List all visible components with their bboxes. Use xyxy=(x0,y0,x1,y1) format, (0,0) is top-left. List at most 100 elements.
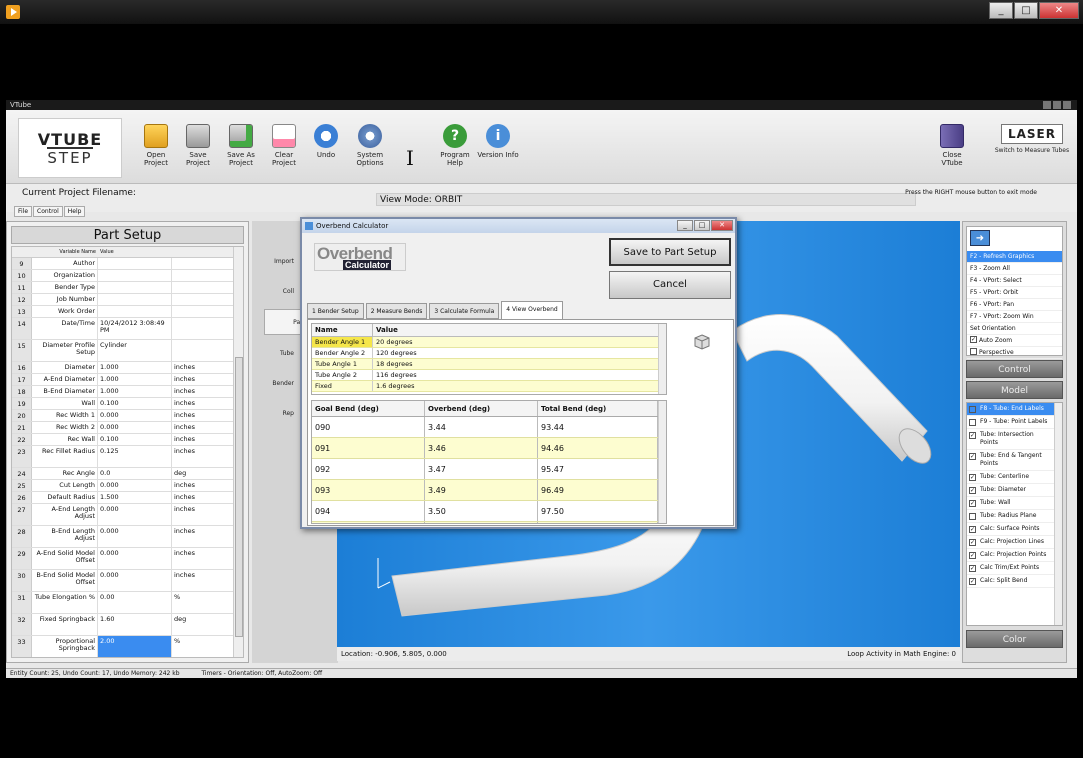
version-info-button[interactable]: i Version Info xyxy=(477,124,519,159)
save-as-project-button[interactable]: Save As Project xyxy=(220,124,262,167)
table-row[interactable]: 18 B-End Diameter 1.000 inches xyxy=(12,386,243,398)
tab-calculate-formula[interactable]: 3 Calculate Formula xyxy=(429,303,500,319)
variable-value[interactable]: 1.000 xyxy=(98,362,172,373)
tab-report[interactable]: Rep xyxy=(258,401,296,427)
model-option-item[interactable]: ✓ Tube: Diameter xyxy=(967,484,1062,497)
variable-value[interactable]: 0.125 xyxy=(98,446,172,467)
model-option-item[interactable]: ✓ Tube: End & Tangent Points xyxy=(967,450,1062,471)
table-row[interactable]: Tube Angle 2 116 degrees xyxy=(312,370,666,381)
cube-icon[interactable] xyxy=(693,333,711,351)
tab-tube[interactable]: Tube xyxy=(258,341,296,367)
dialog-minimize-button[interactable]: _ xyxy=(677,220,693,231)
view-command-item[interactable]: F4 - VPort: Select xyxy=(967,275,1062,287)
model-option-item[interactable]: ✓ Calc: Projection Lines xyxy=(967,536,1062,549)
tab-bender-setup[interactable]: 1 Bender Setup xyxy=(307,303,364,319)
variable-value[interactable]: 0.0 xyxy=(98,468,172,479)
variable-value[interactable]: 1.60 xyxy=(98,614,172,635)
tab-view-overbend[interactable]: 4 View Overbend xyxy=(501,301,563,319)
arrow-right-icon[interactable]: ➜ xyxy=(970,230,990,246)
variable-value[interactable]: Cylinder xyxy=(98,340,172,361)
clear-project-button[interactable]: Clear Project xyxy=(263,124,305,167)
menu-control[interactable]: Control xyxy=(33,206,63,217)
table-row[interactable]: 19 Wall 0.100 inches xyxy=(12,398,243,410)
table-row[interactable]: Tube Angle 1 18 degrees xyxy=(312,359,666,370)
table-row[interactable]: 29 A-End Solid Model Offset 0.000 inches xyxy=(12,548,243,570)
variable-value[interactable]: 0.000 xyxy=(98,422,172,433)
table-row[interactable]: 24 Rec Angle 0.0 deg xyxy=(12,468,243,480)
tab-import[interactable]: Import xyxy=(258,249,296,275)
checkbox-icon[interactable]: ✓ xyxy=(969,552,976,559)
table-row[interactable]: 11 Bender Type xyxy=(12,282,243,294)
variable-value[interactable]: 0.100 xyxy=(98,398,172,409)
table-row[interactable]: 30 B-End Solid Model Offset 0.000 inches xyxy=(12,570,243,592)
checkbox-icon[interactable]: ✓ xyxy=(969,565,976,572)
checkbox-icon[interactable]: ✓ xyxy=(969,539,976,546)
table-scrollbar[interactable] xyxy=(658,324,666,394)
app-restore-icon[interactable] xyxy=(1053,101,1061,109)
table-row[interactable]: 27 A-End Length Adjust 0.000 inches xyxy=(12,504,243,526)
model-option-item[interactable]: F8 - Tube: End Labels xyxy=(967,403,1062,416)
view-command-item[interactable]: F7 - VPort: Zoom Win xyxy=(967,311,1062,323)
app-close-icon[interactable] xyxy=(1063,101,1071,109)
checkbox-icon[interactable]: ✓ xyxy=(970,336,977,343)
table-row[interactable]: Fixed 1.6 degrees xyxy=(312,381,666,392)
minimize-button[interactable]: _ xyxy=(989,2,1013,19)
view-command-item[interactable]: Set Orientation xyxy=(967,323,1062,335)
table-row[interactable]: 094 3.50 97.50 xyxy=(312,501,666,522)
variable-value[interactable]: 0.00 xyxy=(98,592,172,613)
checkbox-icon[interactable]: ✓ xyxy=(969,526,976,533)
program-help-button[interactable]: ? Program Help xyxy=(434,124,476,167)
variable-value[interactable]: 2.00 xyxy=(98,636,172,657)
model-option-item[interactable]: ✓ Calc: Split Bend xyxy=(967,575,1062,588)
variable-value[interactable]: 0.000 xyxy=(98,480,172,491)
table-row[interactable]: Bender Angle 1 20 degrees xyxy=(312,337,666,348)
laser-mode-button[interactable]: LASER Switch to Measure Tubes xyxy=(993,124,1071,154)
undo-button[interactable]: Undo xyxy=(305,124,347,159)
checkbox-icon[interactable]: ✓ xyxy=(969,432,976,439)
model-section-bar[interactable]: Model xyxy=(966,381,1063,399)
table-row[interactable]: 092 3.47 95.47 xyxy=(312,459,666,480)
color-section-bar[interactable]: Color xyxy=(966,630,1063,648)
table-row[interactable]: 33 Proportional Springback 2.00% xyxy=(12,636,243,657)
table-row[interactable]: 21 Rec Width 2 0.000 inches xyxy=(12,422,243,434)
cancel-button[interactable]: Cancel xyxy=(609,271,731,299)
menu-file[interactable]: File xyxy=(14,206,33,217)
table-row[interactable]: 15Diameter Profile SetupCylinder▾ xyxy=(12,340,243,362)
table-row[interactable]: 20 Rec Width 1 0.000 inches xyxy=(12,410,243,422)
variable-value[interactable]: 1.000 xyxy=(98,374,172,385)
menu-help[interactable]: Help xyxy=(63,206,86,217)
table-row[interactable]: 22 Rec Wall 0.100 inches xyxy=(12,434,243,446)
table-row[interactable]: 9 Author xyxy=(12,258,243,270)
checkbox-icon[interactable]: ✓ xyxy=(969,474,976,481)
view-command-item[interactable]: F6 - VPort: Pan xyxy=(967,299,1062,311)
model-option-item[interactable]: ✓ Tube: Centerline xyxy=(967,471,1062,484)
table-row[interactable]: 16 Diameter 1.000 inches xyxy=(12,362,243,374)
variable-value[interactable] xyxy=(98,306,172,317)
model-option-item[interactable]: ✓ Calc Trim/Ext Points xyxy=(967,562,1062,575)
variable-value[interactable]: 0.000 xyxy=(98,410,172,421)
variable-value[interactable]: 1.000 xyxy=(98,386,172,397)
table-row[interactable]: 32 Fixed Springback 1.60 deg xyxy=(12,614,243,636)
table-row[interactable]: 14 Date/Time 10/24/2012 3:08:49 PM xyxy=(12,318,243,340)
close-vtube-button[interactable]: Close VTube xyxy=(931,124,973,167)
auto-zoom-toggle[interactable]: ✓ Auto Zoom xyxy=(967,335,1062,347)
checkbox-icon[interactable]: ✓ xyxy=(969,578,976,585)
table-row[interactable]: 17 A-End Diameter 1.000 inches xyxy=(12,374,243,386)
table-row[interactable]: 12 Job Number xyxy=(12,294,243,306)
model-option-item[interactable]: ✓ Calc: Surface Points xyxy=(967,523,1062,536)
dialog-close-button[interactable]: ✕ xyxy=(711,220,733,231)
checkbox-icon[interactable]: ✓ xyxy=(969,487,976,494)
table-row[interactable]: 091 3.46 94.46 xyxy=(312,438,666,459)
table-row[interactable]: 28 B-End Length Adjust 0.000 inches xyxy=(12,526,243,548)
checkbox-icon[interactable] xyxy=(969,406,976,413)
model-list-scrollbar[interactable] xyxy=(1054,403,1062,625)
checkbox-icon[interactable] xyxy=(969,419,976,426)
variable-value[interactable]: 0.000 xyxy=(98,570,172,591)
table-row[interactable]: 090 3.44 93.44 xyxy=(312,417,666,438)
view-command-item[interactable]: F5 - VPort: Orbit xyxy=(967,287,1062,299)
table-row[interactable]: Bender Angle 2 120 degrees xyxy=(312,348,666,359)
model-option-item[interactable]: F9 - Tube: Point Labels xyxy=(967,416,1062,429)
table-row[interactable]: 0953.5298.52 xyxy=(312,522,666,523)
maximize-button[interactable]: □ xyxy=(1014,2,1038,19)
checkbox-icon[interactable]: ✓ xyxy=(969,500,976,507)
